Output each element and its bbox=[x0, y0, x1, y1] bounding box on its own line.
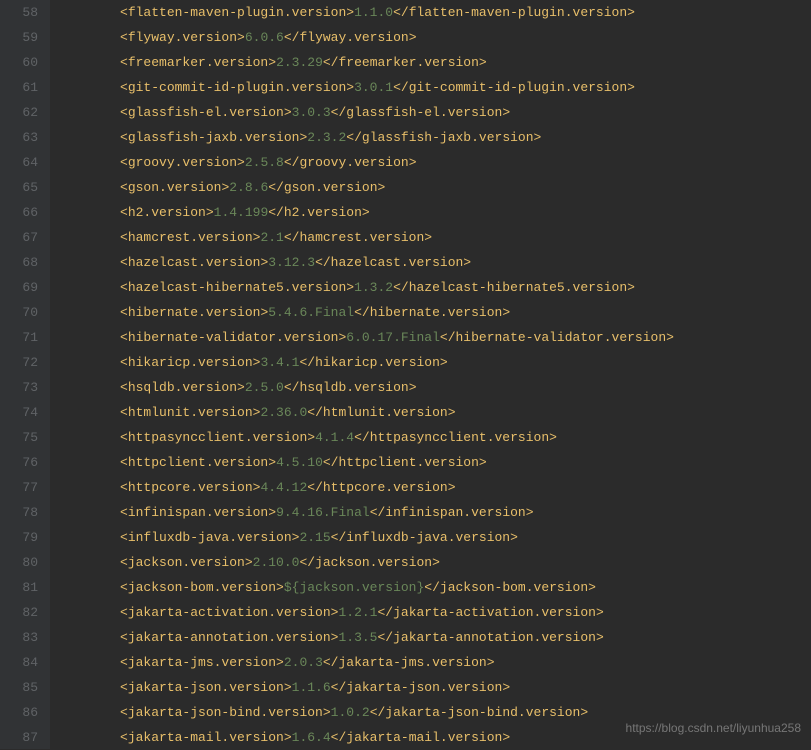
line-number: 79 bbox=[10, 525, 38, 550]
code-line[interactable]: <hazelcast-hibernate5.version>1.3.2</haz… bbox=[120, 275, 674, 300]
code-line[interactable]: <hamcrest.version>2.1</hamcrest.version> bbox=[120, 225, 674, 250]
code-line[interactable]: <jakarta-mail.version>1.6.4</jakarta-mai… bbox=[120, 725, 674, 750]
code-line[interactable]: <jakarta-json-bind.version>1.0.2</jakart… bbox=[120, 700, 674, 725]
code-line[interactable]: <gson.version>2.8.6</gson.version> bbox=[120, 175, 674, 200]
line-number: 67 bbox=[10, 225, 38, 250]
line-number: 83 bbox=[10, 625, 38, 650]
line-number: 71 bbox=[10, 325, 38, 350]
line-number: 64 bbox=[10, 150, 38, 175]
line-number: 80 bbox=[10, 550, 38, 575]
line-number: 73 bbox=[10, 375, 38, 400]
line-number: 86 bbox=[10, 700, 38, 725]
code-line[interactable]: <hazelcast.version>3.12.3</hazelcast.ver… bbox=[120, 250, 674, 275]
line-number: 75 bbox=[10, 425, 38, 450]
code-line[interactable]: <flyway.version>6.0.6</flyway.version> bbox=[120, 25, 674, 50]
code-line[interactable]: <jackson-bom.version>${jackson.version}<… bbox=[120, 575, 674, 600]
code-line[interactable]: <hibernate.version>5.4.6.Final</hibernat… bbox=[120, 300, 674, 325]
line-number: 81 bbox=[10, 575, 38, 600]
line-number: 78 bbox=[10, 500, 38, 525]
line-number: 84 bbox=[10, 650, 38, 675]
code-editor: 5859606162636465666768697071727374757677… bbox=[0, 0, 811, 749]
line-number: 62 bbox=[10, 100, 38, 125]
code-line[interactable]: <glassfish-jaxb.version>2.3.2</glassfish… bbox=[120, 125, 674, 150]
code-line[interactable]: <hibernate-validator.version>6.0.17.Fina… bbox=[120, 325, 674, 350]
code-line[interactable]: <glassfish-el.version>3.0.3</glassfish-e… bbox=[120, 100, 674, 125]
line-number: 59 bbox=[10, 25, 38, 50]
code-area[interactable]: <flatten-maven-plugin.version>1.1.0</fla… bbox=[50, 0, 674, 749]
line-number: 76 bbox=[10, 450, 38, 475]
code-line[interactable]: <groovy.version>2.5.8</groovy.version> bbox=[120, 150, 674, 175]
code-line[interactable]: <git-commit-id-plugin.version>3.0.1</git… bbox=[120, 75, 674, 100]
line-number-gutter: 5859606162636465666768697071727374757677… bbox=[0, 0, 50, 749]
line-number: 66 bbox=[10, 200, 38, 225]
line-number: 77 bbox=[10, 475, 38, 500]
line-number: 65 bbox=[10, 175, 38, 200]
code-line[interactable]: <infinispan.version>9.4.16.Final</infini… bbox=[120, 500, 674, 525]
line-number: 87 bbox=[10, 725, 38, 750]
line-number: 60 bbox=[10, 50, 38, 75]
line-number: 61 bbox=[10, 75, 38, 100]
code-line[interactable]: <httpasyncclient.version>4.1.4</httpasyn… bbox=[120, 425, 674, 450]
code-line[interactable]: <htmlunit.version>2.36.0</htmlunit.versi… bbox=[120, 400, 674, 425]
line-number: 74 bbox=[10, 400, 38, 425]
code-line[interactable]: <jakarta-annotation.version>1.3.5</jakar… bbox=[120, 625, 674, 650]
line-number: 85 bbox=[10, 675, 38, 700]
code-line[interactable]: <jackson.version>2.10.0</jackson.version… bbox=[120, 550, 674, 575]
line-number: 63 bbox=[10, 125, 38, 150]
line-number: 82 bbox=[10, 600, 38, 625]
code-line[interactable]: <hikaricp.version>3.4.1</hikaricp.versio… bbox=[120, 350, 674, 375]
code-line[interactable]: <hsqldb.version>2.5.0</hsqldb.version> bbox=[120, 375, 674, 400]
line-number: 58 bbox=[10, 0, 38, 25]
line-number: 70 bbox=[10, 300, 38, 325]
code-line[interactable]: <freemarker.version>2.3.29</freemarker.v… bbox=[120, 50, 674, 75]
code-line[interactable]: <h2.version>1.4.199</h2.version> bbox=[120, 200, 674, 225]
code-line[interactable]: <httpcore.version>4.4.12</httpcore.versi… bbox=[120, 475, 674, 500]
line-number: 72 bbox=[10, 350, 38, 375]
code-line[interactable]: <jakarta-activation.version>1.2.1</jakar… bbox=[120, 600, 674, 625]
code-line[interactable]: <influxdb-java.version>2.15</influxdb-ja… bbox=[120, 525, 674, 550]
code-line[interactable]: <jakarta-json.version>1.1.6</jakarta-jso… bbox=[120, 675, 674, 700]
code-line[interactable]: <jakarta-jms.version>2.0.3</jakarta-jms.… bbox=[120, 650, 674, 675]
line-number: 69 bbox=[10, 275, 38, 300]
line-number: 68 bbox=[10, 250, 38, 275]
code-line[interactable]: <httpclient.version>4.5.10</httpclient.v… bbox=[120, 450, 674, 475]
code-line[interactable]: <flatten-maven-plugin.version>1.1.0</fla… bbox=[120, 0, 674, 25]
